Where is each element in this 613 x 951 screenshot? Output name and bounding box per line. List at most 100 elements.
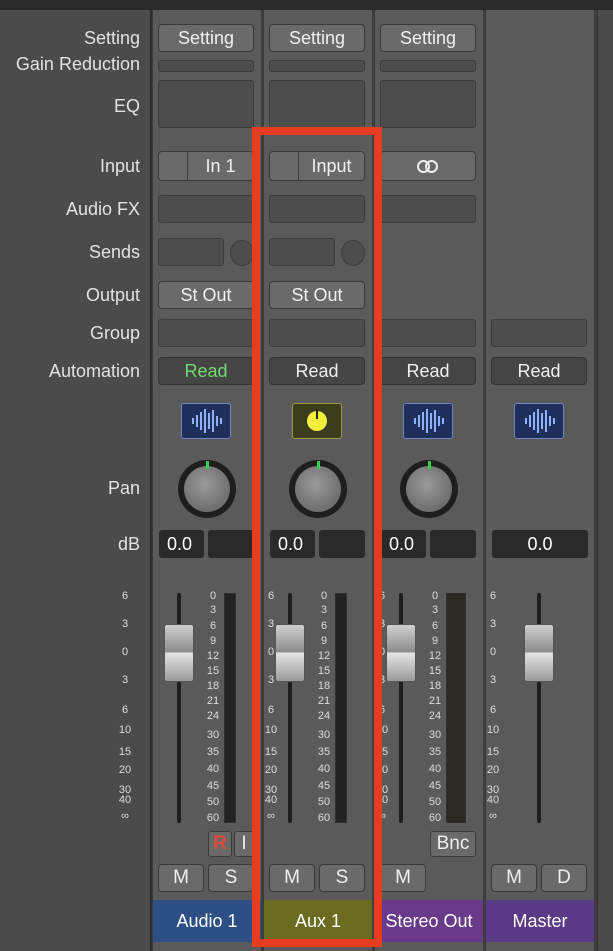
scale-tick-label: 40: [486, 794, 500, 806]
audio1-input-monitor-button[interactable]: I: [234, 831, 254, 857]
scale-tick-label: ∞: [489, 810, 497, 822]
label-gain-reduction: Gain Reduction: [15, 54, 140, 74]
audio1-gain-reduction-meter: [158, 60, 254, 72]
aux-track-icon: [292, 403, 342, 439]
audio1-output-button[interactable]: St Out: [158, 281, 254, 309]
audio1-group-slot[interactable]: [158, 319, 254, 347]
scale-tick-label: 0: [121, 646, 129, 658]
scale-tick-label: 12: [317, 650, 331, 662]
aux1-audio-fx-slot[interactable]: [269, 195, 365, 223]
audio1-mute-button[interactable]: M: [158, 864, 204, 892]
scale-tick-label: 40: [264, 794, 278, 806]
stereo-out-eq-display[interactable]: [380, 80, 476, 128]
aux1-name[interactable]: Aux 1: [264, 900, 372, 942]
aux1-output-button[interactable]: St Out: [269, 281, 365, 309]
audio1-setting-button[interactable]: Setting: [158, 24, 254, 52]
master-group-slot[interactable]: [491, 319, 587, 347]
master-automation-button[interactable]: Read: [491, 357, 587, 385]
scale-tick-label: 30: [317, 729, 331, 741]
aux1-solo-button[interactable]: S: [319, 864, 365, 892]
stereo-out-pan-knob[interactable]: [400, 460, 458, 518]
audio-track-icon: [181, 403, 231, 439]
scale-tick-label: 6: [121, 704, 129, 716]
scale-tick-label: 15: [375, 746, 389, 758]
master-dim-button[interactable]: D: [541, 864, 587, 892]
scale-tick-label: 6: [489, 590, 497, 602]
scale-tick-label: 24: [206, 710, 220, 722]
scale-tick-label: 10: [118, 724, 132, 736]
scale-tick-label: 3: [267, 674, 275, 686]
aux1-peak-readout: [319, 530, 365, 558]
audio1-db-readout: 0.0: [159, 530, 204, 558]
audio1-audio-fx-slot[interactable]: [158, 195, 254, 223]
master-mute-button[interactable]: M: [491, 864, 537, 892]
label-output: Output: [85, 285, 140, 305]
aux1-setting-button[interactable]: Setting: [269, 24, 365, 52]
scale-tick-label: ∞: [378, 810, 386, 822]
scale-tick-label: 6: [209, 620, 217, 632]
aux1-eq-display[interactable]: [269, 80, 365, 128]
scale-tick-label: 15: [486, 746, 500, 758]
label-setting: Setting: [83, 28, 140, 48]
aux1-input-slot[interactable]: Input: [269, 151, 365, 181]
scale-tick-label: 45: [206, 780, 220, 792]
label-db: dB: [117, 534, 140, 554]
scale-tick-label: 10: [486, 724, 500, 736]
audio1-name[interactable]: Audio 1: [153, 900, 261, 942]
aux1-input-label: Input: [311, 155, 352, 176]
aux1-mute-button[interactable]: M: [269, 864, 315, 892]
stereo-out-setting-button[interactable]: Setting: [380, 24, 476, 52]
label-pan: Pan: [107, 478, 140, 498]
scale-tick-label: 45: [317, 780, 331, 792]
top-bar: [0, 0, 613, 10]
aux1-pan-knob[interactable]: [289, 460, 347, 518]
scale-tick-label: 10: [375, 724, 389, 736]
scale-tick-label: 21: [206, 695, 220, 707]
stereo-out-peak-readout: [430, 530, 476, 558]
audio1-pan-knob[interactable]: [178, 460, 236, 518]
scale-tick-label: 45: [428, 780, 442, 792]
aux1-automation-button[interactable]: Read: [269, 357, 365, 385]
scale-tick-label: 3: [121, 618, 129, 630]
scale-tick-label: 30: [428, 729, 442, 741]
scale-tick-label: 6: [378, 704, 386, 716]
scale-tick-label: 6: [320, 620, 328, 632]
stereo-out-name[interactable]: Stereo Out: [375, 900, 483, 942]
audio1-eq-display[interactable]: [158, 80, 254, 128]
audio1-input-slot[interactable]: In 1: [158, 151, 254, 181]
stereo-out-bounce-button[interactable]: Bnc: [430, 831, 476, 857]
master-name[interactable]: Master: [486, 900, 594, 942]
stereo-out-level-meter: [446, 593, 466, 823]
scale-tick-label: 20: [264, 764, 278, 776]
scale-tick-label: 15: [206, 665, 220, 677]
scale-tick-label: 6: [489, 704, 497, 716]
audio1-send-knob[interactable]: [230, 240, 254, 266]
master-volume-fader[interactable]: [524, 624, 554, 682]
stereo-out-group-slot[interactable]: [380, 319, 476, 347]
scale-tick-label: 50: [317, 796, 331, 808]
scale-tick-label: 9: [209, 635, 217, 647]
scale-tick-label: 3: [121, 674, 129, 686]
scroll-edge: [597, 10, 613, 951]
scale-tick-label: 60: [206, 812, 220, 824]
scale-tick-label: 3: [378, 618, 386, 630]
aux1-group-slot[interactable]: [269, 319, 365, 347]
scale-tick-label: 0: [320, 590, 328, 602]
audio1-solo-button[interactable]: S: [208, 864, 254, 892]
aux1-level-meter: [335, 593, 347, 823]
label-audio-fx: Audio FX: [65, 199, 140, 219]
stereo-out-automation-button[interactable]: Read: [380, 357, 476, 385]
audio1-volume-fader[interactable]: [164, 624, 194, 682]
aux1-send-slot[interactable]: [269, 238, 335, 266]
stereo-out-input-format-button[interactable]: [380, 151, 476, 181]
audio1-automation-button[interactable]: Read: [158, 357, 254, 385]
scale-tick-label: 24: [428, 710, 442, 722]
stereo-out-audio-fx-slot[interactable]: [380, 195, 476, 223]
aux1-db-readout: 0.0: [270, 530, 315, 558]
audio1-record-button[interactable]: R: [208, 831, 232, 857]
aux1-send-knob[interactable]: [341, 240, 365, 266]
label-input: Input: [99, 156, 140, 176]
scale-tick-label: 6: [267, 704, 275, 716]
stereo-out-mute-button[interactable]: M: [380, 864, 426, 892]
audio1-send-slot[interactable]: [158, 238, 224, 266]
